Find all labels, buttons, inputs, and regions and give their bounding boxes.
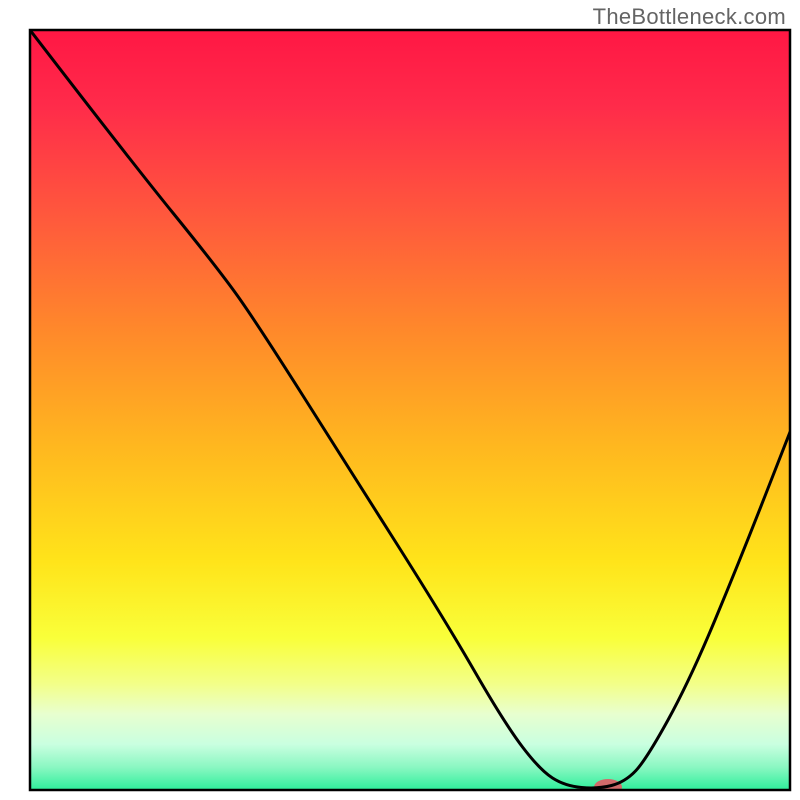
chart-stage: TheBottleneck.com [0, 0, 800, 800]
bottleneck-chart [0, 0, 800, 800]
gradient-background [30, 30, 790, 790]
watermark-text: TheBottleneck.com [593, 4, 786, 30]
